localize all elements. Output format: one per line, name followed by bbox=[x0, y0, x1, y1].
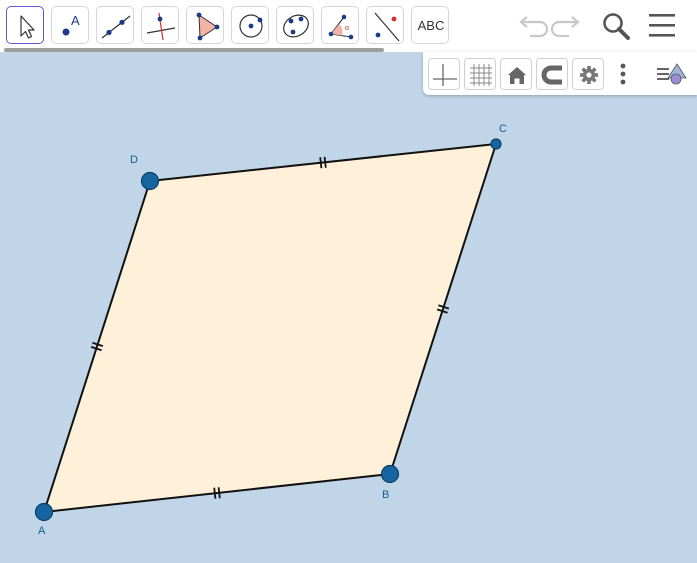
standard-view-button[interactable] bbox=[500, 58, 532, 90]
axes-icon bbox=[433, 64, 457, 86]
magnet-icon bbox=[541, 65, 562, 85]
style-bar bbox=[423, 52, 697, 95]
point-b[interactable] bbox=[380, 464, 400, 484]
point-capturing-button[interactable] bbox=[536, 58, 568, 90]
gear-icon bbox=[580, 66, 598, 84]
grid-icon bbox=[470, 64, 492, 86]
point-label-c: C bbox=[499, 123, 507, 135]
point-c[interactable] bbox=[490, 138, 502, 150]
parallelogram-fill bbox=[44, 144, 496, 512]
geogebra-app: A α ABC A B C D bbox=[0, 0, 697, 563]
home-icon bbox=[508, 67, 526, 84]
tick-mark-ab-1 bbox=[213, 487, 217, 499]
graphics-settings-icon bbox=[657, 63, 687, 85]
tick-mark-ab-2 bbox=[217, 487, 221, 499]
tick-mark-cd-1 bbox=[323, 156, 327, 168]
point-a[interactable] bbox=[34, 502, 54, 522]
tick-mark-cd-2 bbox=[319, 157, 323, 169]
grid-toggle-button[interactable] bbox=[464, 58, 496, 90]
toggle-style-bar-button[interactable] bbox=[653, 58, 691, 90]
point-d[interactable] bbox=[140, 171, 160, 191]
more-options-button[interactable] bbox=[613, 58, 633, 90]
point-label-a: A bbox=[38, 525, 46, 537]
point-label-d: D bbox=[130, 154, 138, 166]
point-label-b: B bbox=[382, 489, 389, 501]
axes-toggle-button[interactable] bbox=[428, 58, 460, 90]
more-vertical-icon bbox=[620, 63, 626, 85]
graphics-settings-button[interactable] bbox=[572, 58, 604, 90]
